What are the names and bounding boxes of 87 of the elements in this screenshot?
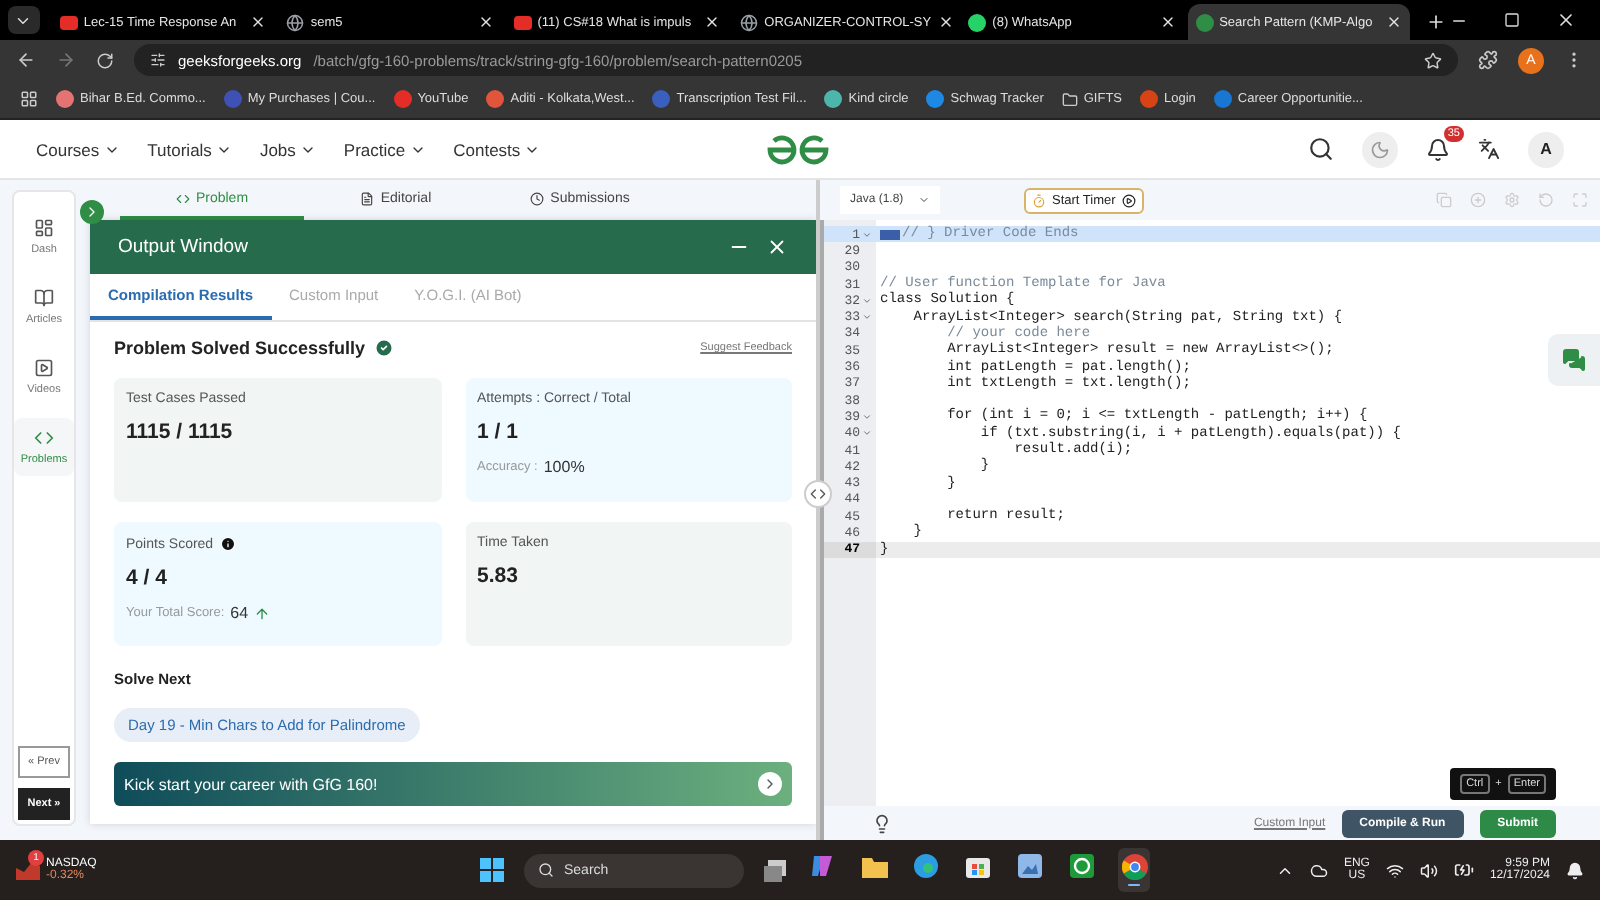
search-icon <box>538 862 554 878</box>
code-icon <box>810 486 826 502</box>
fold-icon[interactable] <box>862 229 872 240</box>
favicon-icon <box>513 15 532 29</box>
photo-app-icon[interactable] <box>1018 854 1042 879</box>
fold-icon[interactable] <box>862 312 872 323</box>
fold-marker[interactable] <box>880 229 900 240</box>
bookmark-star-icon[interactable] <box>1424 51 1442 69</box>
moon-icon <box>1370 139 1390 159</box>
chat-button[interactable] <box>1548 334 1600 386</box>
task-view-icon[interactable] <box>764 859 786 881</box>
video-icon <box>34 358 54 378</box>
stat-sub-value: 100% <box>543 458 585 476</box>
forward-icon[interactable] <box>56 50 76 70</box>
store-icon[interactable] <box>966 854 990 879</box>
fold-icon[interactable] <box>862 428 872 439</box>
fold-icon[interactable] <box>862 295 872 306</box>
game-icon[interactable] <box>1070 854 1094 879</box>
nav-menu[interactable]: Courses <box>36 139 120 159</box>
user-avatar[interactable]: A <box>1528 131 1564 167</box>
nav-menu[interactable]: Tutorials <box>147 139 232 159</box>
wifi-icon[interactable] <box>1385 861 1404 879</box>
battery-icon[interactable] <box>1453 860 1474 880</box>
close-icon[interactable] <box>766 236 788 258</box>
favicon-icon <box>1195 13 1214 31</box>
back-icon[interactable] <box>16 50 36 70</box>
browser-icon[interactable] <box>914 854 938 879</box>
chart-icon <box>16 860 40 880</box>
stat-value: 1 / 1 <box>477 420 520 444</box>
fold-icon[interactable] <box>862 411 872 422</box>
folder-icon[interactable] <box>861 855 887 878</box>
chevron-right-icon <box>84 204 100 220</box>
apps-icon[interactable] <box>20 90 38 108</box>
expand-button[interactable] <box>80 200 104 224</box>
extensions-icon[interactable] <box>1478 50 1498 70</box>
translate-icon[interactable] <box>1478 138 1500 160</box>
check-icon <box>373 338 394 358</box>
search-icon[interactable] <box>1308 136 1334 162</box>
stat-value: 1115 / 1115 <box>126 420 235 444</box>
volume-icon[interactable] <box>1419 861 1438 879</box>
site-logo[interactable] <box>764 133 833 165</box>
book-icon <box>34 288 54 308</box>
document-icon <box>360 191 375 205</box>
stat-value: 4 / 4 <box>126 566 169 590</box>
chrome-logo-icon[interactable] <box>1121 853 1147 880</box>
status-message: Problem Solved Successfully <box>114 338 366 358</box>
favicon-icon <box>968 13 987 31</box>
close-icon[interactable] <box>937 14 954 30</box>
maximize-icon[interactable] <box>1504 12 1521 28</box>
windows-logo-icon[interactable] <box>480 858 504 882</box>
dashboard-icon <box>34 218 54 238</box>
stat-sub-value: 64 <box>230 604 249 622</box>
favicon-icon <box>59 15 78 29</box>
chevron-right-icon <box>762 776 778 792</box>
code-icon <box>175 191 190 205</box>
code-icon <box>34 428 54 448</box>
clock-icon <box>530 191 545 205</box>
reload-icon[interactable] <box>96 51 114 69</box>
timer-icon <box>1032 193 1046 207</box>
close-icon[interactable] <box>1386 14 1403 30</box>
bell-icon[interactable] <box>1426 137 1450 161</box>
chevron-down-icon <box>918 194 930 206</box>
notification-icon[interactable] <box>1566 861 1584 879</box>
close-icon[interactable] <box>250 14 267 30</box>
promo-banner[interactable]: Kick start your career with GfG 160! <box>114 762 792 806</box>
play-icon <box>1121 193 1136 207</box>
globe-icon <box>740 13 759 31</box>
stat-value: 5.83 <box>477 564 520 588</box>
chat-icon <box>1562 348 1586 372</box>
nav-menu[interactable]: Practice <box>343 139 426 159</box>
close-icon[interactable] <box>477 14 494 30</box>
cloud-icon[interactable] <box>1309 861 1328 879</box>
lightbulb-icon[interactable] <box>872 813 892 833</box>
nav-menu[interactable]: Contests <box>453 139 541 159</box>
window-title: Output Window <box>118 236 250 258</box>
arrow-button[interactable] <box>758 772 782 796</box>
site-settings-icon[interactable] <box>150 52 166 68</box>
info-icon[interactable] <box>219 536 236 552</box>
close-icon[interactable] <box>1556 10 1577 30</box>
nav-menu[interactable]: Jobs <box>259 139 316 159</box>
tab-search-button[interactable] <box>8 6 40 34</box>
dark-mode-toggle[interactable] <box>1362 131 1398 167</box>
close-icon[interactable] <box>1159 14 1176 30</box>
new-tab-icon[interactable] <box>1426 12 1447 32</box>
globe-icon <box>286 13 305 31</box>
close-icon[interactable] <box>704 14 721 30</box>
copilot-icon[interactable] <box>810 854 834 879</box>
